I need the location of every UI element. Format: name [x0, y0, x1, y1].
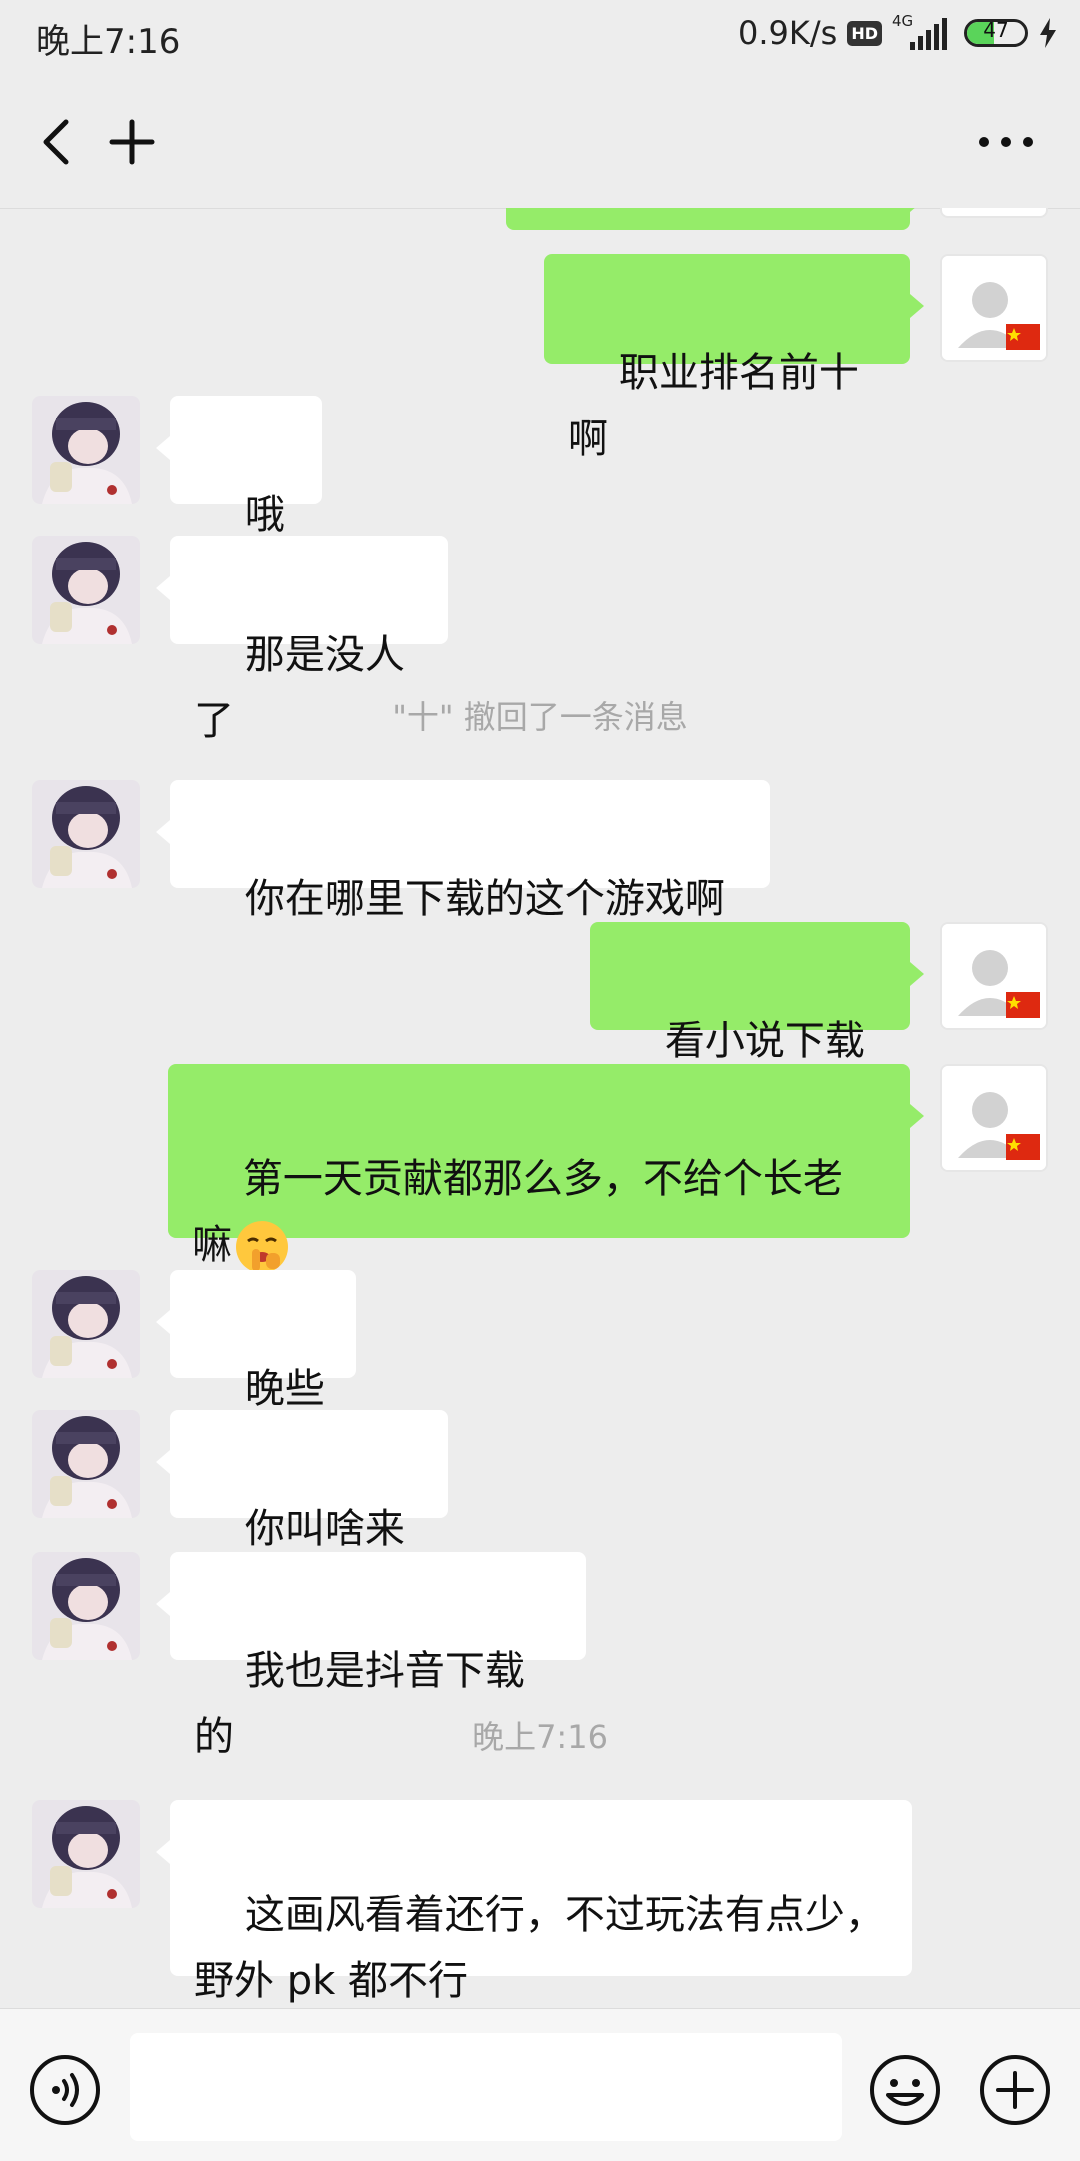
plus-icon[interactable] — [108, 112, 156, 172]
message-bubble-incoming[interactable]: 那是没人了 — [156, 536, 448, 744]
contact-avatar[interactable] — [32, 396, 140, 504]
default-avatar-icon — [942, 256, 1046, 360]
partial-message-bubble — [506, 208, 924, 230]
contact-avatar-image — [32, 536, 140, 644]
recall-notice: "十" 撤回了一条消息 — [392, 698, 688, 736]
contact-avatar[interactable] — [32, 1552, 140, 1660]
default-avatar-icon — [942, 1066, 1046, 1170]
plus-circle-icon[interactable] — [978, 2053, 1052, 2127]
message-input[interactable] — [130, 2033, 842, 2141]
contact-avatar[interactable] — [32, 780, 140, 888]
hd-badge: HD — [847, 20, 882, 46]
self-avatar[interactable] — [940, 1064, 1048, 1172]
message-bubble-incoming[interactable]: 你在哪里下载的这个游戏啊 — [156, 780, 770, 922]
self-avatar[interactable] — [940, 208, 1048, 218]
message-bubble-outgoing[interactable]: 第一天贡献都那么多，不给个长老 嘛 — [168, 1064, 924, 1273]
network-speed: 0.9K/s — [738, 14, 838, 52]
status-bar: 晚上7:16 0.9K/s HD 4G 47 — [0, 0, 1080, 74]
contact-avatar-image — [32, 1410, 140, 1518]
message-bubble-outgoing[interactable]: 职业排名前十啊 — [544, 254, 924, 462]
message-bubble-incoming[interactable]: 你叫啥来着 — [156, 1410, 448, 1618]
contact-avatar[interactable] — [32, 536, 140, 644]
contact-avatar-image — [32, 396, 140, 504]
contact-avatar[interactable] — [32, 1410, 140, 1518]
contact-avatar[interactable] — [32, 1800, 140, 1908]
timestamp: 晚上7:16 — [472, 1718, 608, 1756]
emoji-icon[interactable] — [868, 2053, 942, 2127]
contact-avatar-image — [32, 1552, 140, 1660]
status-time: 晚上7:16 — [36, 22, 181, 62]
message-bubble-incoming[interactable]: 这画风看着还行，不过玩法有点少， 野外 pk 都不行 — [156, 1800, 912, 2004]
chevron-left-icon[interactable] — [36, 112, 76, 172]
shushing-face-emoji — [236, 1221, 288, 1273]
contact-avatar[interactable] — [32, 1270, 140, 1378]
default-avatar-icon — [942, 924, 1046, 1028]
message-text: 职业排名前十啊 — [568, 350, 859, 462]
message-bubble-outgoing[interactable]: 看小说下载的 — [590, 922, 924, 1130]
message-bubble-incoming[interactable]: 晚些吧 — [156, 1270, 356, 1478]
battery-icon: 47 — [964, 19, 1028, 47]
status-indicators: 0.9K/s HD 4G 47 — [738, 12, 1058, 52]
message-text: 你在哪里下载的这个游戏啊 — [244, 876, 725, 922]
contact-avatar-image — [32, 1270, 140, 1378]
contact-avatar-image — [32, 780, 140, 888]
self-avatar[interactable] — [940, 922, 1048, 1030]
chat-message-list[interactable]: 职业排名前十啊 哦哦 — [0, 208, 1080, 2008]
message-text: 这画风看着还行，不过玩法有点少， 野外 pk 都不行 — [194, 1892, 885, 2004]
message-bubble-incoming[interactable]: 哦哦 — [156, 396, 322, 604]
signal-icon: 4G — [892, 12, 954, 52]
chat-header — [0, 74, 1080, 209]
contact-avatar-image — [32, 1800, 140, 1908]
voice-icon[interactable] — [28, 2053, 102, 2127]
more-dots-icon[interactable] — [976, 122, 1036, 162]
input-bar — [0, 2008, 1080, 2161]
battery-level: 47 — [983, 19, 1009, 42]
charging-icon — [1040, 18, 1056, 48]
message-bubble-incoming[interactable]: 我也是抖音下载的 — [156, 1552, 586, 1760]
self-avatar[interactable] — [940, 254, 1048, 362]
